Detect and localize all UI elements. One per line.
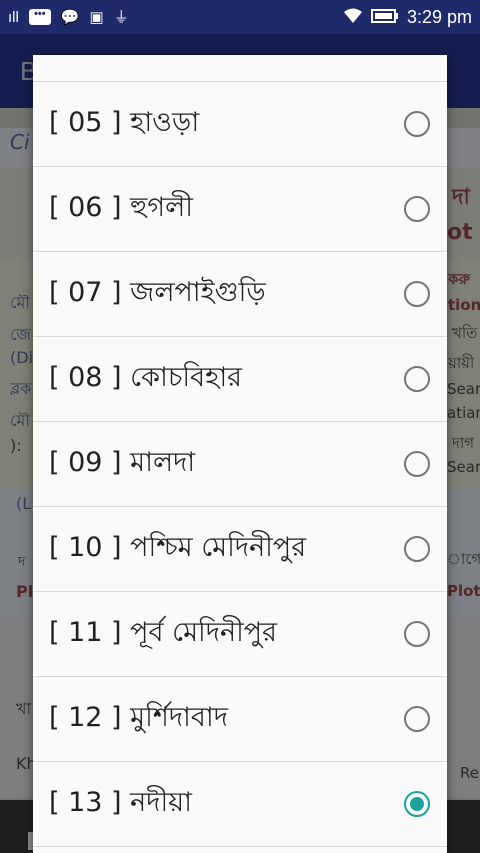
option-label: [ 07 ] জলপাইগুড়ি (49, 276, 266, 308)
radio-button[interactable] (404, 111, 430, 137)
signal-icon: ıll (8, 8, 19, 26)
system-icons: 3:29 pm (343, 7, 480, 28)
district-option-selected[interactable]: [ 13 ] নদীয়া (33, 762, 447, 847)
chat-icon: 💬 (60, 8, 80, 26)
radio-button[interactable] (404, 281, 430, 307)
notification-icons: ıll ••• 💬 ▣ ⏚ (0, 9, 129, 25)
option-label: [ 09 ] মালদা (49, 446, 196, 478)
usb-icon: ⏚ (113, 8, 129, 26)
radio-button[interactable] (404, 536, 430, 562)
radio-button[interactable] (404, 451, 430, 477)
option-label: [ 06 ] হুগলী (49, 191, 193, 223)
district-option[interactable]: [ 07 ] জলপাইগুড়ি (33, 252, 447, 337)
option-label: [ 13 ] নদীয়া (49, 786, 192, 818)
radio-button-checked[interactable] (404, 791, 430, 817)
district-option[interactable]: [ 08 ] কোচবিহার (33, 337, 447, 422)
clock: 3:29 pm (406, 6, 472, 27)
district-option-list: [ 05 ] হাওড়া [ 06 ] হুগলী [ 07 ] জলপাইগ… (33, 82, 447, 847)
message-icon: ••• (28, 9, 51, 25)
wifi-icon (343, 8, 363, 27)
option-label: [ 12 ] মুর্শিদাবাদ (49, 701, 228, 733)
district-option[interactable]: [ 09 ] মালদা (33, 422, 447, 507)
radio-button[interactable] (404, 706, 430, 732)
district-option[interactable]: [ 06 ] হুগলী (33, 167, 447, 252)
district-option[interactable]: [ 05 ] হাওড়া (33, 82, 447, 167)
option-label: [ 10 ] পশ্চিম মেদিনীপুর (49, 531, 307, 563)
image-icon: ▣ (89, 8, 104, 26)
district-select-dialog: [ 05 ] হাওড়া [ 06 ] হুগলী [ 07 ] জলপাইগ… (33, 55, 447, 853)
option-label: [ 11 ] পূর্ব মেদিনীপুর (49, 616, 277, 648)
district-option[interactable]: [ 10 ] পশ্চিম মেদিনীপুর (33, 507, 447, 592)
option-label: [ 05 ] হাওড়া (49, 106, 200, 138)
district-option[interactable]: [ 11 ] পূর্ব মেদিনীপুর (33, 592, 447, 677)
status-bar: ıll ••• 💬 ▣ ⏚ 3:29 pm (0, 0, 480, 34)
radio-button[interactable] (404, 621, 430, 647)
radio-button[interactable] (404, 366, 430, 392)
option-label: [ 08 ] কোচবিহার (49, 361, 243, 393)
radio-button[interactable] (404, 196, 430, 222)
district-option[interactable]: [ 12 ] মুর্শিদাবাদ (33, 677, 447, 762)
battery-icon (370, 8, 399, 27)
